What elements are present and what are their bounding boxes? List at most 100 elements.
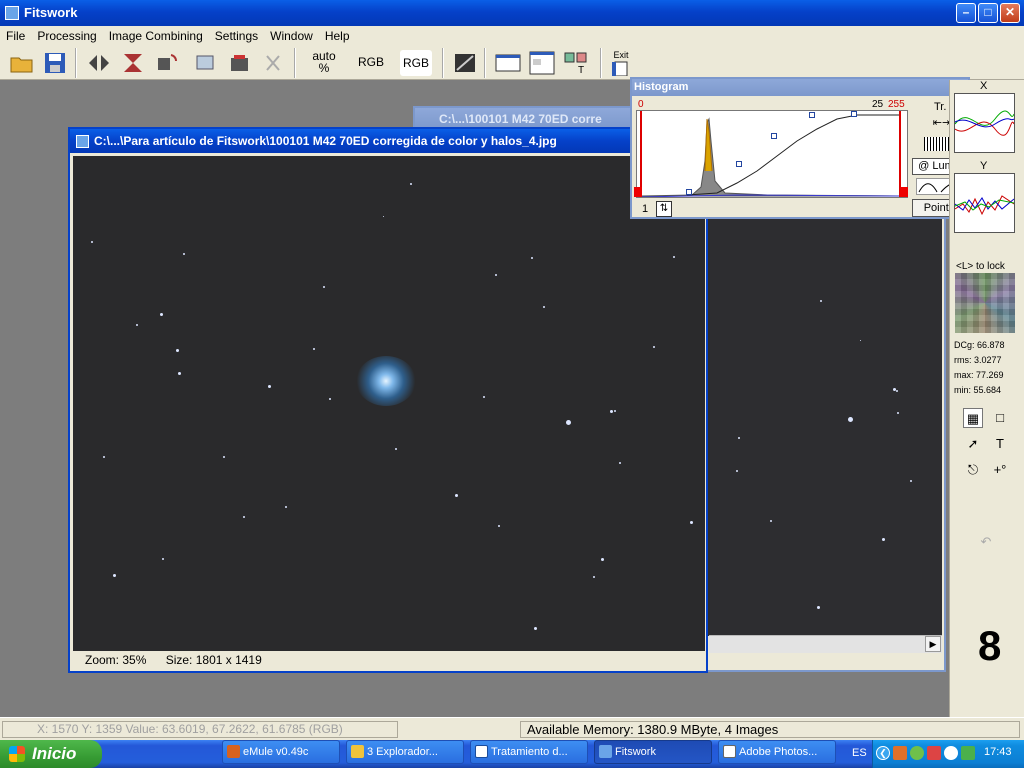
rgb-toggle-button[interactable]: RGB	[400, 50, 432, 76]
star	[534, 627, 537, 630]
size-label: Size: 1801 x 1419	[165, 653, 262, 667]
taskbar-item-emule[interactable]: eMule v0.49c	[222, 740, 340, 764]
taskbar-item-photoshop[interactable]: Adobe Photos...	[718, 740, 836, 764]
gradient-icon[interactable]	[450, 48, 480, 78]
star	[455, 494, 458, 497]
star	[285, 506, 287, 508]
menu-settings[interactable]: Settings	[209, 26, 264, 46]
tray-icon-5[interactable]	[961, 746, 975, 760]
exit-button[interactable]: Exit	[606, 48, 636, 78]
auto-levels-button[interactable]: auto %	[308, 50, 340, 74]
window-icon[interactable]	[493, 48, 523, 78]
star	[860, 340, 861, 341]
scissors-icon[interactable]	[259, 48, 289, 78]
star	[183, 253, 185, 255]
max-value: max: 77.269	[954, 370, 1004, 380]
tr-label: Tr.	[934, 101, 947, 113]
scroll-right-arrow-icon[interactable]: ▶	[925, 636, 941, 652]
y-profile-graph	[954, 173, 1015, 233]
star	[323, 286, 325, 288]
close-button[interactable]: ✕	[1000, 3, 1020, 23]
stars-layer	[73, 156, 705, 651]
rectangle-tool-icon[interactable]: □	[990, 408, 1010, 428]
star	[329, 398, 331, 400]
text-tool-icon[interactable]: T	[990, 434, 1010, 454]
curve-point[interactable]	[736, 161, 742, 167]
main-window-titlebar[interactable]: C:\...\Para artículo de Fitswork\100101 …	[70, 129, 706, 153]
save-icon[interactable]	[40, 48, 70, 78]
black-point-marker[interactable]	[634, 187, 642, 197]
stamp-tool-icon[interactable]: ⎋	[963, 460, 983, 480]
curve-point[interactable]	[771, 133, 777, 139]
taskbar-item-fitswork[interactable]: Fitswork	[594, 740, 712, 764]
taskbar-item-label: eMule v0.49c	[243, 746, 309, 758]
star	[673, 256, 675, 258]
star	[395, 448, 397, 450]
tray-icon-4[interactable]	[944, 746, 958, 760]
star	[313, 348, 315, 350]
rms-value: rms: 3.0277	[954, 355, 1002, 365]
rotate-icon[interactable]	[152, 48, 182, 78]
min-value: min: 55.684	[954, 385, 1002, 395]
flip-horizontal-icon[interactable]	[84, 48, 114, 78]
menu-file[interactable]: File	[0, 26, 31, 46]
eyedropper-tool-icon[interactable]: ➚	[963, 434, 983, 454]
tray-icon-3[interactable]	[927, 746, 941, 760]
duplicate-image-icon[interactable]	[225, 48, 255, 78]
menu-window[interactable]: Window	[264, 26, 319, 46]
curve-point[interactable]	[851, 111, 857, 117]
pixel-zoom-preview	[955, 273, 1015, 333]
transform-tools-icon[interactable]: T	[561, 48, 591, 78]
star	[383, 216, 384, 217]
tray-icon-1[interactable]	[893, 746, 907, 760]
curve-point[interactable]	[686, 189, 692, 195]
star	[897, 412, 899, 414]
undo-icon[interactable]: ↶	[976, 532, 996, 552]
main-image-window[interactable]: C:\...\Para artículo de Fitswork\100101 …	[68, 127, 708, 673]
histogram-window[interactable]: Histogram ✕ 0 25 255 1 ⇅ Tr. ⇤⇥ @ Luma P…	[630, 77, 970, 219]
star	[243, 516, 245, 518]
add-point-tool-icon[interactable]: +°	[990, 460, 1010, 480]
histogram-scale-icon[interactable]: ⇅	[656, 201, 672, 217]
star	[614, 410, 616, 412]
menu-help[interactable]: Help	[319, 26, 356, 46]
tile-windows-icon[interactable]	[527, 48, 557, 78]
curve-point[interactable]	[809, 112, 815, 118]
big-number: 8	[978, 622, 1002, 669]
x-profile-label: X	[980, 80, 988, 92]
image-tool-icon[interactable]: ▦	[963, 408, 983, 428]
back-stars-layer	[710, 220, 942, 630]
star	[268, 385, 271, 388]
tray-arrow-icon[interactable]: ❮	[876, 746, 890, 760]
histogram-max-value-a: 25	[872, 99, 884, 110]
nebula-image[interactable]	[73, 156, 705, 651]
back-window-scrollbar[interactable]	[709, 635, 942, 653]
histogram-graph[interactable]	[636, 110, 908, 198]
dcg-value: DCg: 66.878	[954, 340, 1005, 350]
taskbar-item-explorer[interactable]: 3 Explorador...	[346, 740, 464, 764]
taskbar-item-word[interactable]: Tratamiento d...	[470, 740, 588, 764]
flip-vertical-icon[interactable]	[118, 48, 148, 78]
rgb-button[interactable]: RGB	[354, 55, 388, 69]
maximize-button[interactable]: □	[978, 3, 998, 23]
histogram-min-value: 0	[638, 99, 644, 110]
menu-image-combining[interactable]: Image Combining	[103, 26, 209, 46]
star	[136, 324, 138, 326]
histogram-curve[interactable]	[637, 111, 907, 198]
memory-status: Available Memory: 1380.9 MByte, 4 Images	[520, 721, 1020, 738]
start-button[interactable]: Inicio	[0, 740, 102, 768]
tray-icon-2[interactable]	[910, 746, 924, 760]
histogram-channel-value: 1	[642, 203, 649, 215]
copy-image-icon[interactable]	[191, 48, 221, 78]
menu-processing[interactable]: Processing	[31, 26, 102, 46]
language-indicator[interactable]: ES	[852, 747, 867, 759]
open-folder-icon[interactable]	[7, 48, 37, 78]
minimize-button[interactable]: –	[956, 3, 976, 23]
star	[113, 574, 116, 577]
star	[178, 372, 181, 375]
cursor-coordinates: X: 1570 Y: 1359 Value: 63.6019, 67.2622,…	[2, 721, 398, 738]
star	[910, 480, 912, 482]
white-point-marker[interactable]	[900, 187, 908, 197]
histogram-titlebar[interactable]: Histogram	[632, 79, 968, 96]
star	[566, 420, 571, 425]
